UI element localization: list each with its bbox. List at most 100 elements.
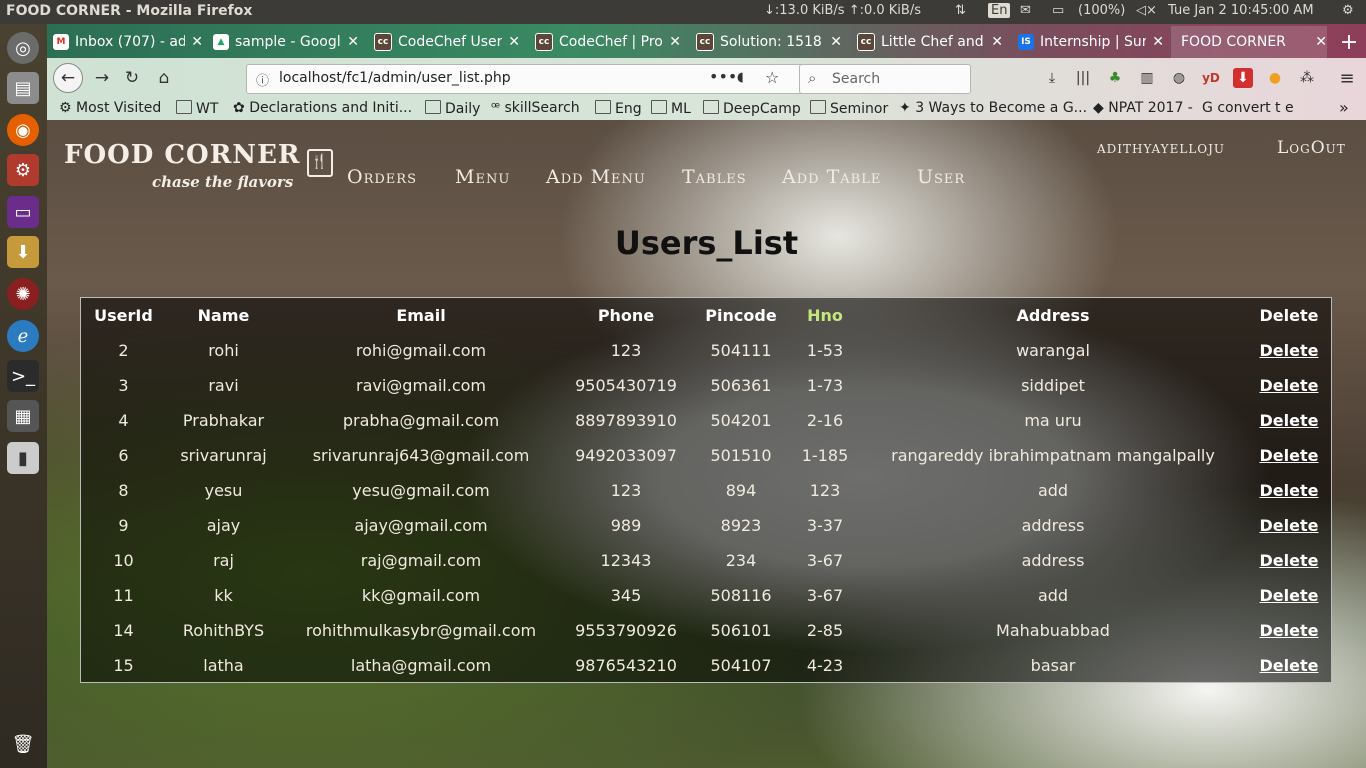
delete-link[interactable]: Delete	[1247, 648, 1331, 683]
url-bar[interactable]: ⓘ localhost/fc1/admin/user_list.php ••• …	[246, 64, 838, 94]
bookmark-folder-wt[interactable]: WT	[176, 100, 218, 117]
delete-link[interactable]: Delete	[1247, 473, 1331, 508]
table-cell: 504107	[710, 656, 772, 675]
delete-link[interactable]: Delete	[1247, 403, 1331, 438]
settings-icon[interactable]: ⚙	[7, 154, 39, 186]
tab-food-corner[interactable]: FOOD CORNER ✕	[1171, 26, 1327, 58]
close-icon[interactable]: ✕	[508, 34, 520, 50]
nav-orders[interactable]: Orders	[347, 166, 417, 188]
nav-user[interactable]: User	[917, 166, 965, 188]
delete-link[interactable]: Delete	[1247, 438, 1331, 473]
multi-addon-icon[interactable]: ⁂	[1297, 68, 1317, 88]
nav-add-table[interactable]: Add Table	[782, 166, 881, 188]
close-icon[interactable]: ✕	[669, 34, 681, 50]
bookmark-declarations[interactable]: ✿ Declarations and Initi...	[233, 100, 412, 116]
bookmark-label: convert t e	[1217, 100, 1294, 116]
nav-menu[interactable]: Menu	[455, 166, 510, 188]
nav-add-menu[interactable]: Add Menu	[546, 166, 646, 188]
archive-icon[interactable]: ⬇	[7, 236, 39, 268]
bookmark-npat[interactable]: ◆ NPAT 2017 -	[1093, 100, 1193, 116]
volume-icon[interactable]: ◁×	[1136, 3, 1157, 18]
delete-link[interactable]: Delete	[1247, 333, 1331, 368]
tab-codechef-pro[interactable]: cc CodeChef | Pro ✕	[535, 26, 681, 58]
tab-inbox[interactable]: M Inbox (707) - ad ✕	[53, 26, 203, 58]
addon-globe-icon[interactable]: ◍	[1169, 68, 1189, 88]
bookmark-folder-deepcamp[interactable]: DeepCamp	[703, 100, 801, 117]
url-text[interactable]: localhost/fc1/admin/user_list.php	[279, 70, 511, 86]
power-icon[interactable]: ⚙	[1342, 3, 1354, 18]
tab-solution[interactable]: cc Solution: 1518 ✕	[696, 26, 842, 58]
dash-icon[interactable]: ◎	[7, 32, 39, 64]
library-icon[interactable]: |||	[1073, 68, 1093, 88]
back-button[interactable]: ←	[53, 63, 83, 93]
network-indicator[interactable]: ↓:13.0 KiB/s ↑:0.0 KiB/s	[764, 3, 921, 18]
usb-drive-icon[interactable]: ▮	[7, 442, 39, 474]
forward-button[interactable]: →	[89, 66, 115, 90]
table-cell: 2-16	[806, 411, 844, 430]
username-link[interactable]: adithyayelloju	[1097, 138, 1225, 158]
page-content: FOOD CORNER 🍴 chase the flavors Orders Me…	[47, 120, 1366, 768]
yandex-icon[interactable]: yD	[1201, 68, 1221, 88]
bookmark-folder-seminor[interactable]: Seminor	[810, 100, 888, 117]
network-app-icon[interactable]: ✺	[7, 278, 39, 310]
close-icon[interactable]: ✕	[1152, 34, 1164, 50]
close-icon[interactable]: ✕	[347, 34, 359, 50]
reload-button[interactable]: ↻	[119, 66, 145, 90]
browser-app-icon[interactable]: ℯ	[7, 320, 39, 352]
info-icon[interactable]: ⓘ	[256, 70, 269, 89]
delete-link[interactable]: Delete	[1247, 508, 1331, 543]
close-icon[interactable]: ✕	[1315, 34, 1327, 50]
table-cell: 8923	[720, 516, 762, 535]
bookmark-star-icon[interactable]: ☆	[765, 68, 779, 87]
workspace-icon[interactable]: ▦	[7, 400, 39, 432]
mail-icon[interactable]: ✉	[1020, 3, 1031, 18]
delete-link[interactable]: Delete	[1247, 613, 1331, 648]
tab-internship[interactable]: IS Internship | Sur ✕	[1018, 26, 1164, 58]
bookmark-label: DeepCamp	[723, 101, 801, 117]
bookmark-skillsearch[interactable]: ꟹ skillSearch	[491, 100, 580, 116]
downloads-icon[interactable]: ⤓	[1042, 68, 1062, 88]
pocket-icon[interactable]: ◖	[737, 70, 744, 85]
table-cell: 15	[113, 656, 134, 675]
delete-link[interactable]: Delete	[1247, 578, 1331, 613]
bookmark-convert[interactable]: G convert t e	[1202, 100, 1294, 116]
trash-icon[interactable]: 🗑	[7, 728, 39, 760]
close-icon[interactable]: ✕	[991, 34, 1003, 50]
site-logo[interactable]: FOOD CORNER 🍴 chase the flavors	[64, 140, 333, 191]
page-actions-icon[interactable]: •••	[709, 67, 737, 86]
new-tab-button[interactable]: +	[1337, 26, 1361, 58]
battery-icon[interactable]: ▭	[1052, 3, 1064, 18]
bookmark-3-ways[interactable]: ✦ 3 Ways to Become a G...	[899, 100, 1087, 116]
bookmark-most-visited[interactable]: ⚙ Most Visited	[59, 100, 161, 116]
home-button[interactable]: ⌂	[151, 66, 177, 90]
close-icon[interactable]: ✕	[830, 34, 842, 50]
files-icon[interactable]: ▤	[7, 72, 39, 104]
table-cell: rohithmulkasybr@gmail.com	[305, 621, 537, 640]
keyboard-indicator[interactable]: En	[988, 3, 1011, 18]
search-input[interactable]: ⌕ Search	[799, 64, 971, 94]
sidebar-icon[interactable]: ▥	[1137, 68, 1157, 88]
app-window-icon[interactable]: ▭	[7, 196, 39, 228]
clock[interactable]: Tue Jan 2 10:45:00 AM	[1168, 3, 1314, 18]
delete-link[interactable]: Delete	[1247, 368, 1331, 403]
network-icon[interactable]: ⇅	[955, 3, 966, 18]
bookmark-folder-daily[interactable]: Daily	[425, 100, 480, 117]
bookmark-folder-eng[interactable]: Eng	[595, 100, 642, 117]
bookmarks-overflow-icon[interactable]: »	[1339, 98, 1349, 117]
firefox-icon[interactable]: ◉	[7, 114, 39, 146]
addon-icon[interactable]: ♣	[1105, 68, 1125, 88]
bookmark-folder-ml[interactable]: ML	[651, 100, 691, 117]
tab-little-chef[interactable]: cc Little Chef and ✕	[857, 26, 1003, 58]
menu-icon[interactable]: ≡	[1337, 68, 1357, 89]
delete-link[interactable]: Delete	[1247, 543, 1331, 578]
table-cell: ravi@gmail.com	[356, 376, 486, 395]
download-helper-icon[interactable]: ⬇	[1233, 68, 1253, 88]
terminal-icon[interactable]: >_	[7, 360, 39, 392]
alert-addon-icon[interactable]: ●	[1265, 68, 1285, 88]
tab-codechef-user[interactable]: cc CodeChef User ✕	[374, 26, 520, 58]
logout-link[interactable]: LogOut	[1277, 138, 1346, 158]
close-icon[interactable]: ✕	[191, 34, 203, 50]
tab-sample[interactable]: ▲ sample - Googl ✕	[213, 26, 359, 58]
table-cell: raj	[213, 551, 234, 570]
nav-tables[interactable]: Tables	[682, 166, 747, 188]
